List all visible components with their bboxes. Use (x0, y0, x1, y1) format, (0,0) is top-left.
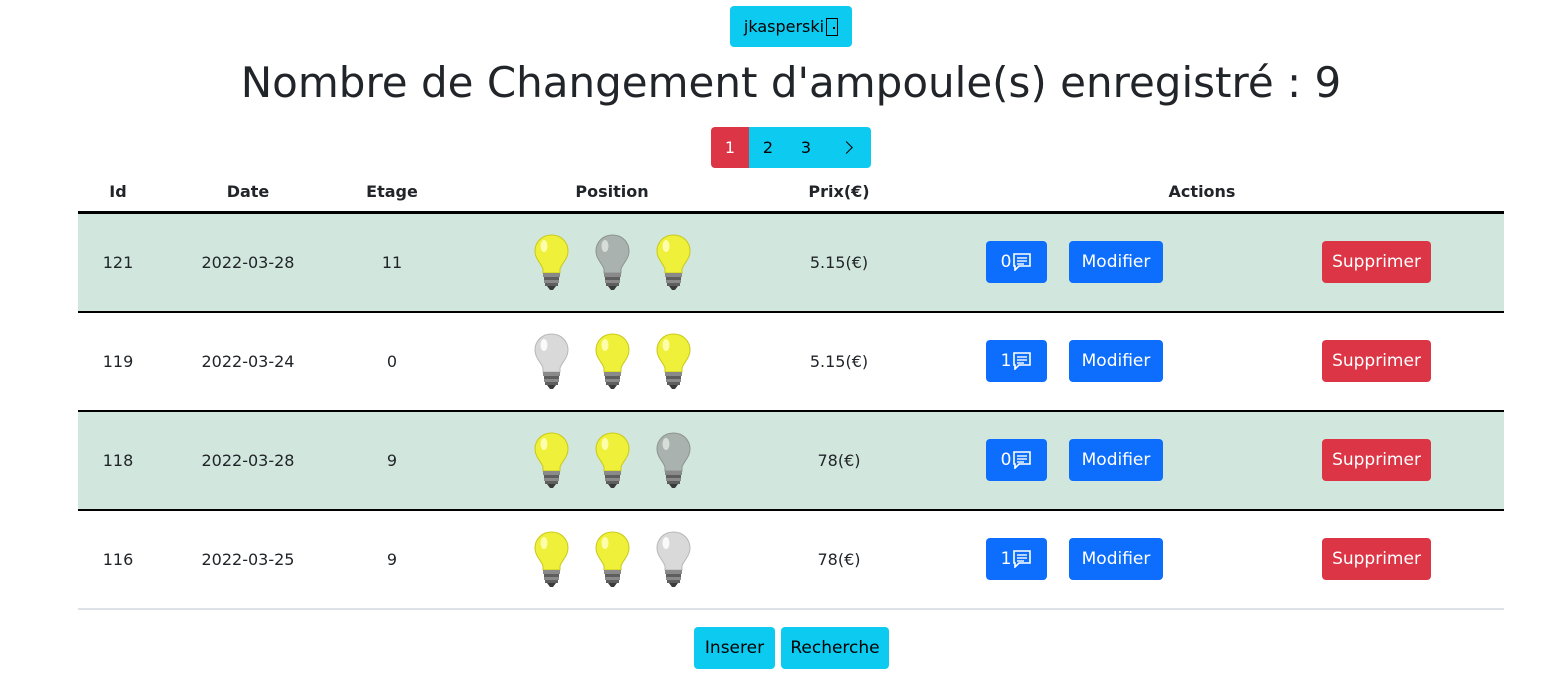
cell-etage: 9 (386, 450, 398, 470)
cell-date: 2022-03-24 (201, 351, 295, 371)
cell-date: 2022-03-28 (201, 252, 295, 272)
chat-icon (1012, 451, 1032, 469)
cell-prix: 78(€) (817, 549, 861, 569)
cell-etage: 11 (381, 252, 403, 272)
bottom-actions: Inserer Recherche (694, 627, 889, 669)
cell-position (446, 510, 778, 609)
header-etage: Etage (338, 172, 446, 214)
bulb-off-icon (533, 332, 569, 390)
bulb-off-icon (655, 530, 691, 588)
header-prix: Prix(€) (778, 172, 900, 214)
bulb-on-icon (655, 332, 691, 390)
pagination: 1 2 3 (711, 127, 871, 168)
table-row: 121 2022-03-28 11 5.15(€) 0 Modifier Supprimer (78, 212, 1504, 312)
modify-button[interactable]: Modifier (1069, 241, 1163, 283)
cell-etage: 9 (386, 549, 398, 569)
next-page-button[interactable] (825, 127, 871, 168)
bulb-on-icon (594, 431, 630, 489)
modify-button[interactable]: Modifier (1069, 538, 1163, 580)
bulb-on-icon (533, 530, 569, 588)
bulb-position-group (446, 233, 778, 291)
comments-button[interactable]: 0 (986, 439, 1047, 481)
modify-button[interactable]: Modifier (1069, 439, 1163, 481)
chevron-right-icon (839, 141, 853, 154)
cell-id: 116 (102, 549, 134, 569)
comments-button[interactable]: 1 (986, 340, 1047, 382)
comment-count: 1 (1000, 549, 1012, 569)
delete-button[interactable]: Supprimer (1322, 241, 1431, 283)
cell-id: 119 (102, 351, 134, 371)
modify-button[interactable]: Modifier (1069, 340, 1163, 382)
bulb-position-group (446, 431, 778, 489)
bulb-dim-icon (655, 431, 691, 489)
bulb-on-icon (594, 530, 630, 588)
header-date: Date (158, 172, 338, 214)
delete-button[interactable]: Supprimer (1322, 439, 1431, 481)
bulb-on-icon (594, 332, 630, 390)
header-actions: Actions (900, 172, 1504, 214)
table-row: 116 2022-03-25 9 78(€) 1 Modifier Supprimer (78, 510, 1504, 609)
cell-actions: 0 Modifier Supprimer (900, 212, 1504, 312)
header-position: Position (446, 172, 778, 214)
comments-button[interactable]: 0 (986, 241, 1047, 283)
user-label: jkasperski (743, 17, 825, 36)
cell-date: 2022-03-25 (201, 549, 295, 569)
comment-count: 1 (1000, 351, 1012, 371)
bulb-on-icon (655, 233, 691, 291)
chat-icon (1012, 550, 1032, 568)
cell-id: 121 (102, 252, 134, 272)
bulb-changes-table: Id Date Etage Position Prix(€) Actions 1… (78, 172, 1504, 610)
cell-prix: 5.15(€) (809, 351, 869, 371)
table-row: 118 2022-03-28 9 78(€) 0 Modifier Supprimer (78, 410, 1504, 510)
page-2-button[interactable]: 2 (749, 127, 787, 168)
bulb-position-group (446, 530, 778, 588)
cell-prix: 5.15(€) (809, 252, 869, 272)
cell-id: 118 (102, 450, 134, 470)
door-icon (826, 17, 839, 36)
page-3-button[interactable]: 3 (787, 127, 825, 168)
delete-button[interactable]: Supprimer (1322, 340, 1431, 382)
cell-position (446, 212, 778, 312)
comment-count: 0 (1000, 252, 1012, 272)
table-header-row: Id Date Etage Position Prix(€) Actions (78, 172, 1504, 214)
page-1-button[interactable]: 1 (711, 127, 749, 168)
cell-position (446, 312, 778, 411)
cell-actions: 1 Modifier Supprimer (900, 510, 1504, 609)
cell-actions: 0 Modifier Supprimer (900, 411, 1504, 510)
table-row: 119 2022-03-24 0 5.15(€) 1 Modifier Supprimer (78, 312, 1504, 411)
bulb-position-group (446, 332, 778, 390)
header-id: Id (78, 172, 158, 214)
comments-button[interactable]: 1 (986, 538, 1047, 580)
cell-position (446, 411, 778, 510)
bulb-on-icon (533, 431, 569, 489)
cell-date: 2022-03-28 (201, 450, 295, 470)
chat-icon (1012, 352, 1032, 370)
page-title: Nombre de Changement d'ampoule(s) enregi… (240, 58, 1342, 107)
comment-count: 0 (1000, 450, 1012, 470)
cell-prix: 78(€) (817, 450, 861, 470)
delete-button[interactable]: Supprimer (1322, 538, 1431, 580)
search-button[interactable]: Recherche (781, 627, 889, 669)
insert-button[interactable]: Inserer (694, 627, 775, 669)
bulb-on-icon (533, 233, 569, 291)
chat-icon (1012, 253, 1032, 271)
cell-etage: 0 (386, 351, 398, 371)
cell-actions: 1 Modifier Supprimer (900, 312, 1504, 411)
bulb-dim-icon (594, 233, 630, 291)
user-button[interactable]: jkasperski (730, 6, 852, 47)
